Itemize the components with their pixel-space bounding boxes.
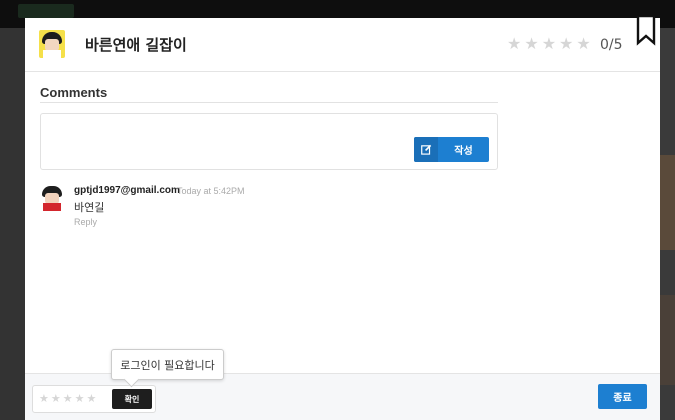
background-chip: [18, 4, 74, 18]
star-icon[interactable]: ★: [542, 36, 556, 52]
rating-score: 0/5: [600, 37, 623, 53]
write-comment-button[interactable]: 작성: [414, 137, 489, 162]
bookmark-icon[interactable]: [635, 16, 657, 46]
comments-heading: Comments: [40, 85, 108, 100]
rating-stars[interactable]: ★ ★ ★ ★ ★: [507, 36, 591, 52]
comic-detail-modal: 바른연애 길잡이 ★ ★ ★ ★ ★ 0/5 Comments 작성 gptjd…: [25, 16, 660, 420]
comment-input[interactable]: 작성: [40, 113, 498, 170]
modal-footer: ★ ★ ★ ★ ★ 확인 종료: [25, 373, 660, 420]
star-icon[interactable]: ★: [75, 393, 85, 405]
star-icon[interactable]: ★: [39, 393, 49, 405]
reply-link[interactable]: Reply: [74, 217, 97, 227]
star-icon[interactable]: ★: [63, 393, 73, 405]
comic-title: 바른연애 길잡이: [85, 36, 187, 54]
modal-header: 바른연애 길잡이 ★ ★ ★ ★ ★ 0/5: [25, 16, 660, 72]
edit-icon: [414, 137, 438, 162]
background-thumbnail: [660, 155, 675, 250]
star-icon[interactable]: ★: [87, 393, 97, 405]
confirm-button[interactable]: 확인: [112, 389, 152, 409]
login-required-tooltip: 로그인이 필요합니다: [111, 349, 224, 380]
comic-thumbnail: [39, 30, 65, 58]
star-icon[interactable]: ★: [576, 36, 590, 52]
star-icon[interactable]: ★: [524, 36, 538, 52]
footer-rating-stars[interactable]: ★ ★ ★ ★ ★: [39, 393, 96, 405]
star-icon[interactable]: ★: [507, 36, 521, 52]
avatar: [40, 185, 64, 211]
divider: [40, 102, 498, 103]
background-left-edge: [0, 28, 25, 420]
star-icon[interactable]: ★: [559, 36, 573, 52]
write-comment-label: 작성: [454, 146, 473, 157]
comment-text: 바연길: [74, 201, 105, 214]
comment-author: gptjd1997@gmail.com: [74, 185, 180, 196]
star-icon[interactable]: ★: [51, 393, 61, 405]
close-button[interactable]: 종료: [598, 384, 647, 409]
background-thumbnail: [660, 295, 675, 385]
comment-timestamp: Today at 5:42PM: [177, 186, 245, 196]
rating-input-box: ★ ★ ★ ★ ★ 확인: [32, 385, 156, 413]
